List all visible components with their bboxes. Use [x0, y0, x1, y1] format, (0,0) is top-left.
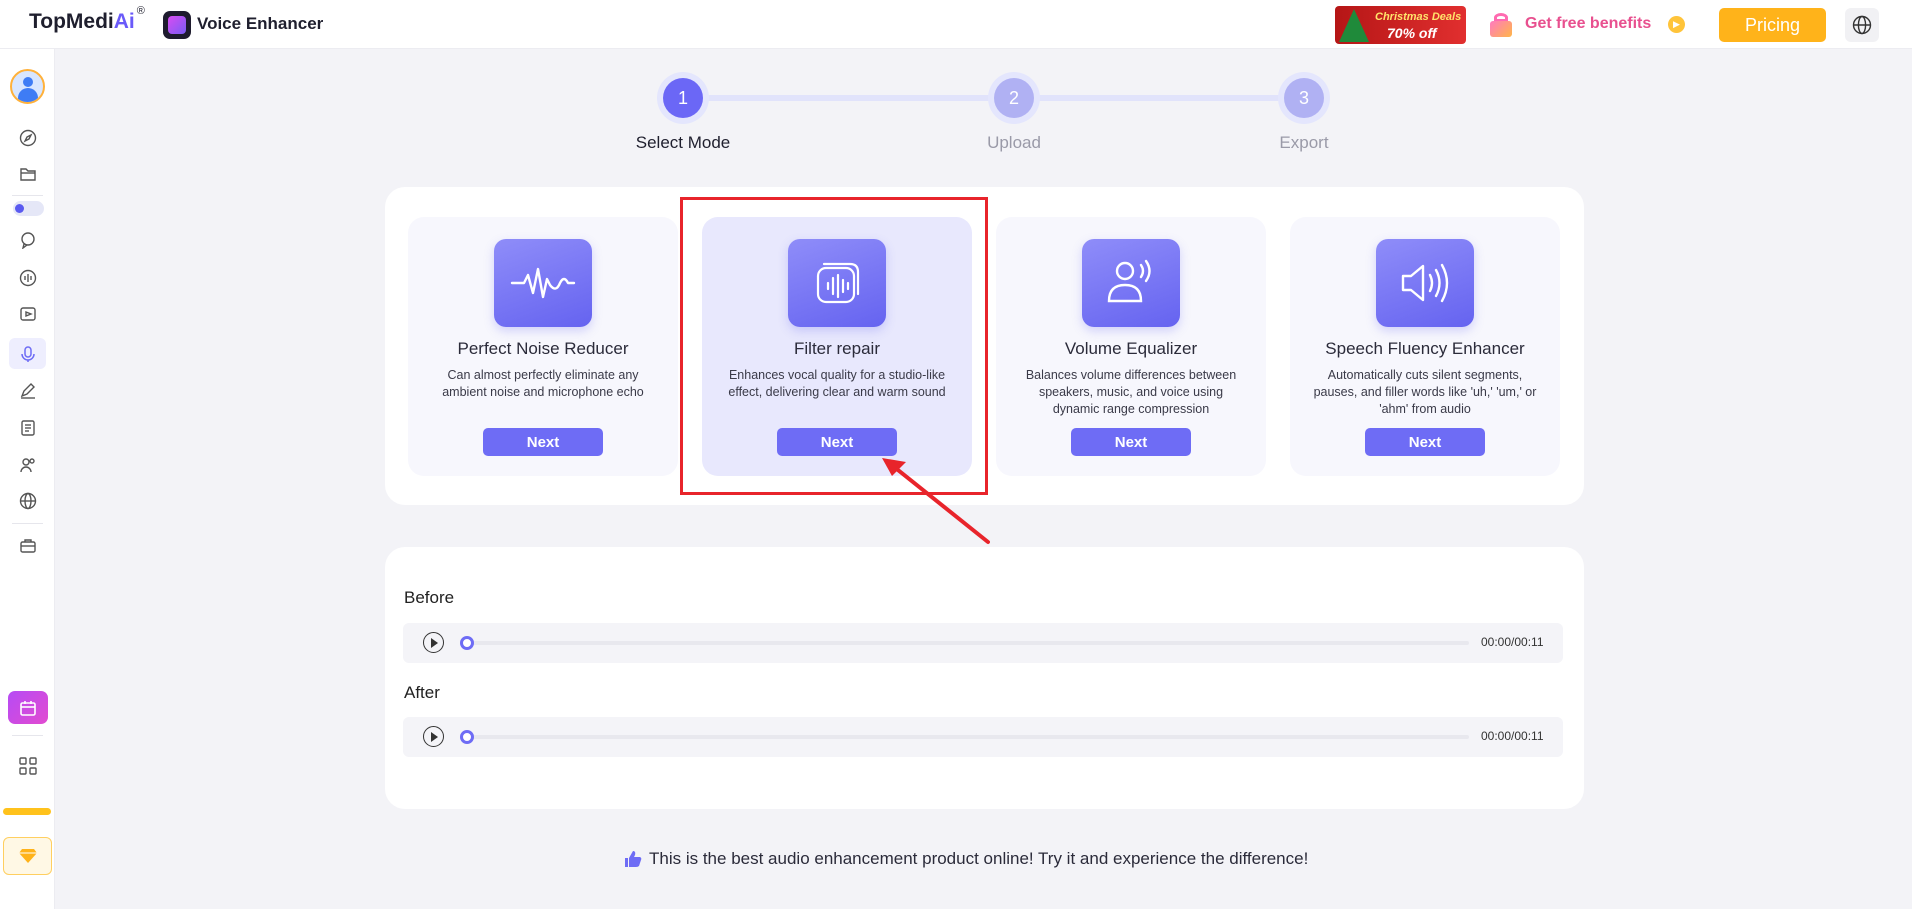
audio-time: 00:00/00:11 — [1481, 635, 1544, 649]
microphone-icon[interactable] — [9, 338, 46, 369]
gift-icon[interactable] — [1488, 12, 1514, 38]
pricing-button[interactable]: Pricing — [1719, 8, 1826, 42]
language-button[interactable] — [1845, 8, 1879, 42]
mode-card-speech-fluency[interactable]: Speech Fluency Enhancer Automatically cu… — [1290, 217, 1560, 476]
highlight-annotation-box — [680, 197, 988, 495]
footer-message: This is the best audio enhancement produ… — [623, 849, 1308, 869]
before-label: Before — [404, 588, 455, 607]
promo-line-2: 70% off — [1387, 25, 1437, 41]
play-icon[interactable] — [423, 726, 444, 747]
footer-text: This is the best audio enhancement produ… — [649, 849, 1309, 868]
speaker-person-icon — [1082, 239, 1180, 327]
diamond-icon — [18, 849, 37, 863]
after-audio-player: 00:00/00:11 — [403, 717, 1563, 757]
brand-ai: Ai — [113, 10, 135, 33]
after-label: After — [404, 683, 440, 702]
sidebar-divider — [12, 735, 43, 736]
speaker-volume-icon — [1376, 239, 1474, 327]
chat-ai-icon[interactable] — [17, 229, 38, 250]
document-icon[interactable] — [17, 417, 38, 438]
voice-enhancer-app-icon — [163, 11, 191, 39]
mode-title: Volume Equalizer — [1064, 339, 1198, 358]
brand-name: TopMedi — [29, 10, 114, 33]
people-icon[interactable] — [17, 454, 38, 475]
thumbs-up-icon — [625, 851, 642, 867]
before-audio-player: 00:00/00:11 — [403, 623, 1563, 663]
mode-title: Speech Fluency Enhancer — [1325, 339, 1525, 358]
mode-description: Balances volume differences between spea… — [1025, 368, 1237, 416]
avatar[interactable] — [10, 69, 45, 104]
folder-icon[interactable] — [17, 163, 38, 184]
play-icon[interactable] — [423, 632, 444, 653]
audio-progress-thumb[interactable] — [460, 636, 474, 650]
audio-time: 00:00/00:11 — [1481, 729, 1544, 743]
apps-grid-icon[interactable] — [18, 756, 38, 776]
step-3-label: Export — [1279, 133, 1329, 152]
toggle-switch[interactable] — [13, 201, 44, 216]
audio-progress-track[interactable] — [465, 735, 1469, 739]
mode-description: Automatically cuts silent segments, paus… — [1313, 368, 1537, 416]
video-ai-icon[interactable] — [17, 303, 38, 324]
next-button[interactable]: Next — [483, 428, 603, 456]
toolbox-icon[interactable] — [17, 535, 38, 556]
left-sidebar — [0, 49, 55, 909]
step-1-label: Select Mode — [635, 133, 731, 152]
noise-wave-icon — [494, 239, 592, 327]
mode-card-noise-reducer[interactable]: Perfect Noise Reducer Can almost perfect… — [408, 217, 678, 476]
step-2-label: Upload — [987, 133, 1041, 152]
compass-icon[interactable] — [17, 127, 38, 148]
globe-icon[interactable] — [17, 490, 38, 511]
brand-logo[interactable]: TopMediAi ® — [29, 5, 145, 34]
mode-description: Can almost perfectly eliminate any ambie… — [442, 368, 644, 399]
pen-icon[interactable] — [17, 379, 38, 400]
mode-card-volume-equalizer[interactable]: Volume Equalizer Balances volume differe… — [996, 217, 1266, 476]
top-bar: TopMediAi ® Voice Enhancer Christmas Deal… — [0, 0, 1912, 49]
audio-progress-track[interactable] — [465, 641, 1469, 645]
audio-progress-thumb[interactable] — [460, 730, 474, 744]
calendar-promo-icon[interactable] — [8, 691, 48, 724]
arrow-right-icon[interactable]: ▶ — [1668, 16, 1685, 33]
upgrade-progress-bar — [3, 808, 51, 815]
christmas-tree-icon — [1339, 9, 1369, 42]
sidebar-divider — [12, 523, 43, 524]
next-button[interactable]: Next — [1071, 428, 1191, 456]
before-after-panel — [385, 547, 1584, 809]
christmas-deals-banner[interactable]: Christmas Deals 70% off — [1335, 6, 1466, 44]
globe-icon — [1852, 15, 1872, 35]
brand-registered-mark: ® — [136, 5, 145, 17]
next-button[interactable]: Next — [1365, 428, 1485, 456]
promo-line-1: Christmas Deals — [1375, 11, 1462, 23]
upgrade-diamond-button[interactable] — [3, 837, 52, 875]
get-free-benefits-link[interactable]: Get free benefits — [1525, 15, 1651, 33]
sidebar-divider — [12, 195, 43, 196]
app-name: Voice Enhancer — [197, 14, 324, 33]
audio-wave-icon[interactable] — [17, 267, 38, 288]
annotation-arrow — [882, 458, 990, 544]
step-1-circle: 1 — [657, 72, 709, 124]
mode-title: Perfect Noise Reducer — [457, 339, 629, 358]
step-3-circle: 3 — [1278, 72, 1330, 124]
step-2-circle: 2 — [988, 72, 1040, 124]
